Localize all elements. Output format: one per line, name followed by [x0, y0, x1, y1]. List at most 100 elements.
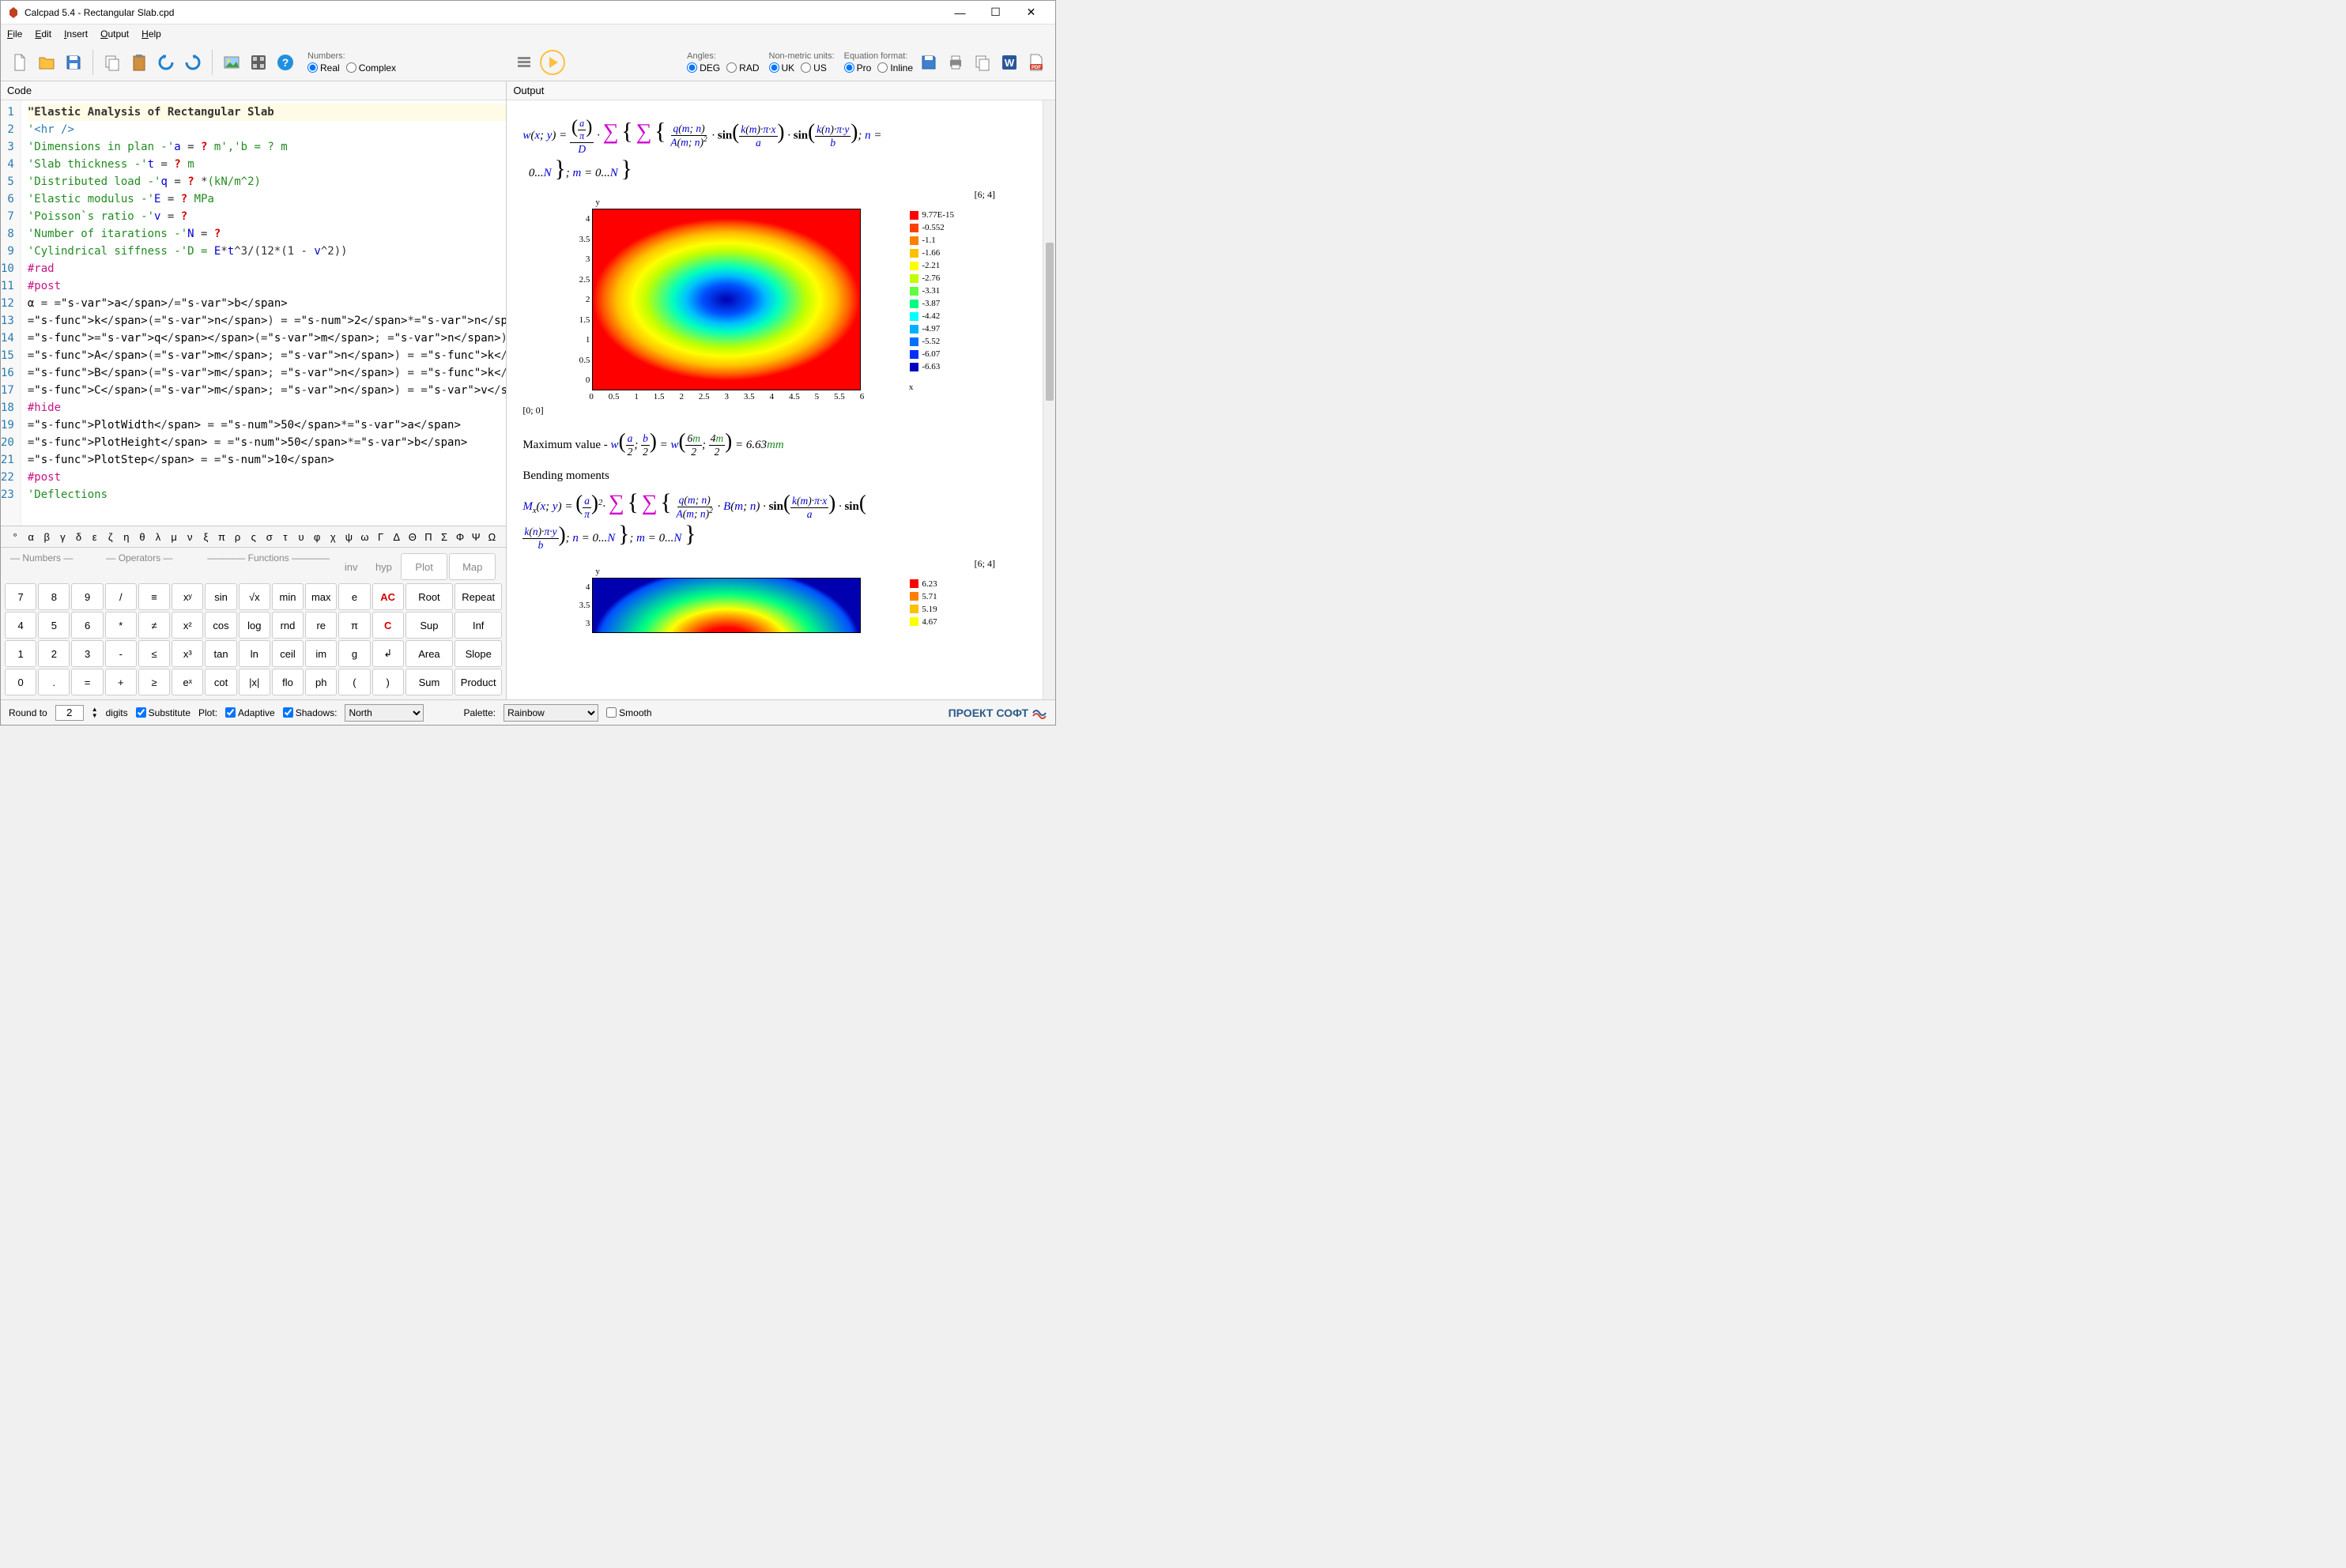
key-≡[interactable]: ≡ [138, 583, 170, 610]
key-≤[interactable]: ≤ [138, 640, 170, 667]
greek-Ω[interactable]: Ω [484, 528, 500, 545]
key-inv[interactable]: inv [336, 553, 367, 580]
greek-ξ[interactable]: ξ [198, 528, 213, 545]
key-.[interactable]: . [38, 669, 70, 695]
round-digits-input[interactable] [55, 705, 84, 721]
key-Slope[interactable]: Slope [454, 640, 502, 667]
greek-Π[interactable]: Π [421, 528, 436, 545]
key--[interactable]: - [105, 640, 137, 667]
key-eˣ[interactable]: eˣ [172, 669, 203, 695]
code-editor[interactable]: 1234567891011121314151617181920212223 "E… [1, 100, 506, 526]
greek-ε[interactable]: ε [87, 528, 103, 545]
menu-output[interactable]: Output [100, 28, 129, 40]
greek-α[interactable]: α [23, 528, 39, 545]
palette-select[interactable]: Rainbow [504, 704, 598, 722]
smooth-check[interactable]: Smooth [606, 707, 651, 718]
copy-icon[interactable] [100, 50, 125, 75]
key-xʸ[interactable]: xʸ [172, 583, 203, 610]
image-icon[interactable] [219, 50, 244, 75]
radio-uk[interactable]: UK [769, 62, 795, 74]
print-icon[interactable] [943, 50, 968, 75]
greek-Φ[interactable]: Φ [452, 528, 468, 545]
redo-icon[interactable] [180, 50, 206, 75]
radio-rad[interactable]: RAD [726, 62, 759, 74]
key-/[interactable]: / [105, 583, 137, 610]
open-icon[interactable] [34, 50, 59, 75]
key-AC[interactable]: AC [372, 583, 404, 610]
key-=[interactable]: = [71, 669, 103, 695]
key-Repeat[interactable]: Repeat [454, 583, 502, 610]
key-3[interactable]: 3 [71, 640, 103, 667]
key-flo[interactable]: flo [272, 669, 304, 695]
menu-file[interactable]: File [7, 28, 22, 40]
key-ph[interactable]: ph [305, 669, 337, 695]
greek-η[interactable]: η [119, 528, 134, 545]
minimize-button[interactable]: — [942, 2, 978, 24]
key-C[interactable]: C [372, 612, 404, 639]
key-5[interactable]: 5 [38, 612, 70, 639]
key-im[interactable]: im [305, 640, 337, 667]
key-Inf[interactable]: Inf [454, 612, 502, 639]
key-re[interactable]: re [305, 612, 337, 639]
key-g[interactable]: g [338, 640, 370, 667]
output-scrollbar[interactable] [1043, 100, 1055, 699]
greek-υ[interactable]: υ [293, 528, 309, 545]
greek-γ[interactable]: γ [55, 528, 70, 545]
key-)[interactable]: ) [372, 669, 404, 695]
radio-inline[interactable]: Inline [877, 62, 913, 74]
key-log[interactable]: log [239, 612, 270, 639]
key-map[interactable]: Map [449, 553, 496, 580]
copy-output-icon[interactable] [970, 50, 995, 75]
key-+[interactable]: + [105, 669, 137, 695]
key-max[interactable]: max [305, 583, 337, 610]
greek-ρ[interactable]: ρ [230, 528, 246, 545]
keypad-icon[interactable] [246, 50, 271, 75]
key-√x[interactable]: √x [239, 583, 270, 610]
greek-Ψ[interactable]: Ψ [468, 528, 484, 545]
radio-real[interactable]: Real [307, 62, 340, 74]
radio-complex[interactable]: Complex [346, 62, 396, 74]
key-Sup[interactable]: Sup [405, 612, 453, 639]
key-7[interactable]: 7 [5, 583, 36, 610]
key-x³[interactable]: x³ [172, 640, 203, 667]
key-0[interactable]: 0 [5, 669, 36, 695]
key-cos[interactable]: cos [205, 612, 236, 639]
greek-°[interactable]: ° [7, 528, 23, 545]
greek-τ[interactable]: τ [277, 528, 293, 545]
key-sin[interactable]: sin [205, 583, 236, 610]
key-6[interactable]: 6 [71, 612, 103, 639]
greek-μ[interactable]: μ [166, 528, 182, 545]
key-e[interactable]: e [338, 583, 370, 610]
radio-pro[interactable]: Pro [844, 62, 872, 74]
key-plot[interactable]: Plot [401, 553, 447, 580]
form-icon[interactable] [511, 50, 537, 75]
key-Sum[interactable]: Sum [405, 669, 453, 695]
key-π[interactable]: π [338, 612, 370, 639]
greek-Σ[interactable]: Σ [436, 528, 452, 545]
key-cot[interactable]: cot [205, 669, 236, 695]
greek-φ[interactable]: φ [309, 528, 325, 545]
key-|x|[interactable]: |x| [239, 669, 270, 695]
close-button[interactable]: ✕ [1013, 2, 1049, 24]
key-1[interactable]: 1 [5, 640, 36, 667]
greek-Δ[interactable]: Δ [389, 528, 405, 545]
new-icon[interactable] [7, 50, 32, 75]
greek-Γ[interactable]: Γ [373, 528, 389, 545]
radio-us[interactable]: US [801, 62, 827, 74]
key-≠[interactable]: ≠ [138, 612, 170, 639]
key-ln[interactable]: ln [239, 640, 270, 667]
key-x²[interactable]: x² [172, 612, 203, 639]
key-4[interactable]: 4 [5, 612, 36, 639]
key-rnd[interactable]: rnd [272, 612, 304, 639]
undo-icon[interactable] [153, 50, 179, 75]
greek-ν[interactable]: ν [182, 528, 198, 545]
shadows-check[interactable]: Shadows: [283, 707, 338, 718]
menu-help[interactable]: Help [141, 28, 161, 40]
key-↲[interactable]: ↲ [372, 640, 404, 667]
paste-icon[interactable] [126, 50, 152, 75]
greek-λ[interactable]: λ [150, 528, 166, 545]
greek-θ[interactable]: θ [134, 528, 150, 545]
greek-β[interactable]: β [39, 528, 55, 545]
key-Root[interactable]: Root [405, 583, 453, 610]
menu-insert[interactable]: Insert [64, 28, 88, 40]
